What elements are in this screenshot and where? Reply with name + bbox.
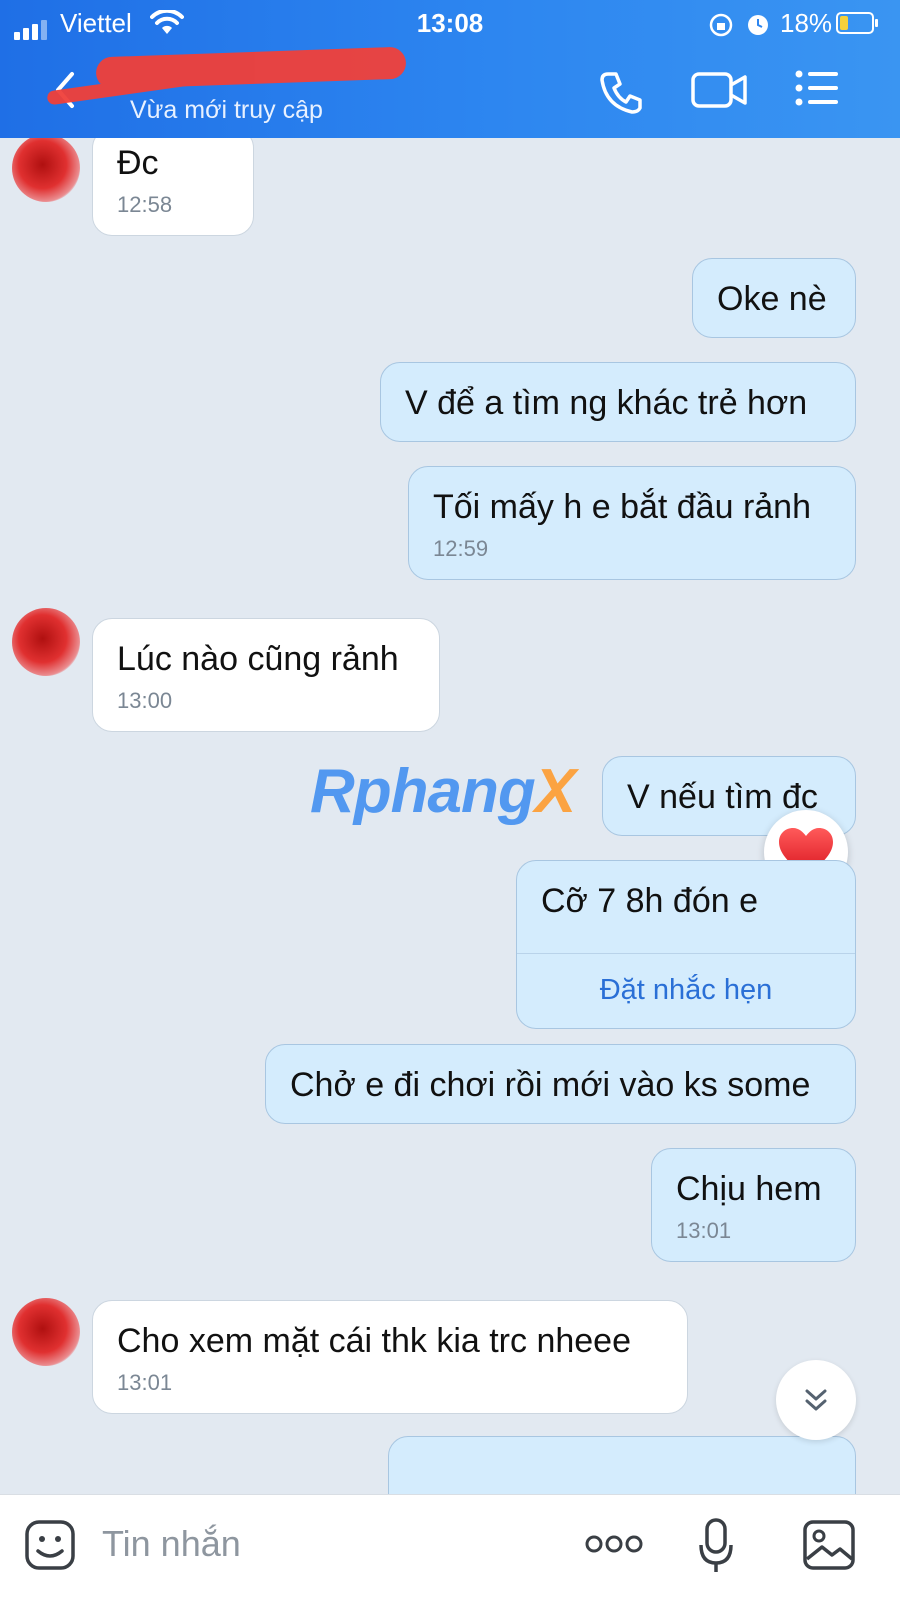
- message-time: 13:01: [117, 1370, 173, 1395]
- menu-icon[interactable]: [794, 68, 840, 108]
- message-input-bar: Tin nhắn: [0, 1494, 900, 1601]
- message-input[interactable]: Tin nhắn: [102, 1523, 241, 1565]
- battery-percent: 18%: [780, 8, 833, 38]
- contact-name-redacted[interactable]: [95, 46, 407, 90]
- message-bubble[interactable]: Lúc nào cũng rảnh 13:00: [92, 618, 440, 732]
- message-list[interactable]: Đc 12:58 Oke nè V để a tìm ng khác trẻ h…: [0, 138, 900, 1494]
- battery-icon: [836, 12, 878, 34]
- set-reminder-link[interactable]: Đặt nhắc hẹn: [541, 970, 831, 1010]
- message-text: Cỡ 7 8h đón e: [541, 882, 758, 920]
- message-text: Lúc nào cũng rảnh: [117, 640, 399, 678]
- message-text: Đc: [117, 144, 159, 182]
- message-bubble[interactable]: Chở e đi chơi rồi mới vào ks some: [265, 1044, 856, 1124]
- status-bar: Viettel 13:08 18%: [0, 8, 900, 48]
- message-text: Chở e đi chơi rồi mới vào ks some: [290, 1066, 811, 1104]
- chat-header: Viettel 13:08 18% Vừa mới truy cập: [0, 0, 900, 138]
- image-icon[interactable]: [802, 1519, 856, 1571]
- rotation-lock-icon: [709, 13, 733, 37]
- message-time: 12:59: [433, 536, 489, 561]
- message-bubble[interactable]: Cho xem mặt cái thk kia trc nheee 13:01: [92, 1300, 688, 1414]
- alarm-icon: [748, 15, 768, 35]
- phone-icon[interactable]: [598, 68, 646, 116]
- microphone-icon[interactable]: [698, 1517, 734, 1575]
- watermark-logo: RphangX: [310, 757, 576, 826]
- message-bubble[interactable]: Cỡ 7 8h đón e Đặt nhắc hẹn: [516, 860, 856, 1029]
- message-bubble[interactable]: V để a tìm ng khác trẻ hơn: [380, 362, 856, 442]
- message-text: V để a tìm ng khác trẻ hơn: [405, 384, 808, 422]
- message-bubble[interactable]: Chịu hem 13:01: [651, 1148, 856, 1262]
- video-call-icon[interactable]: [690, 68, 748, 112]
- divider: [517, 953, 855, 954]
- message-bubble[interactable]: Oke nè: [692, 258, 856, 338]
- message-time: 13:01: [676, 1218, 732, 1243]
- message-text: Oke nè: [717, 280, 827, 318]
- avatar[interactable]: [12, 138, 80, 202]
- message-text: V nếu tìm đc: [627, 778, 818, 816]
- message-text: Cho xem mặt cái thk kia trc nheee: [117, 1322, 632, 1360]
- message-time: 13:00: [117, 688, 173, 713]
- message-bubble[interactable]: Đc 12:58: [92, 138, 254, 236]
- message-text: Chịu hem: [676, 1170, 822, 1208]
- sticker-icon[interactable]: [24, 1519, 76, 1571]
- message-bubble[interactable]: Tối mấy h e bắt đầu rảnh 12:59: [408, 466, 856, 580]
- last-seen-status: Vừa mới truy cập: [130, 96, 323, 124]
- message-bubble-partial[interactable]: [388, 1436, 856, 1494]
- message-text: Tối mấy h e bắt đầu rảnh: [433, 488, 812, 526]
- scroll-down-icon: [805, 1389, 827, 1411]
- avatar[interactable]: [12, 1298, 80, 1366]
- more-icon[interactable]: [584, 1533, 644, 1555]
- message-time: 12:58: [117, 192, 173, 217]
- scroll-down-button[interactable]: [776, 1360, 856, 1440]
- avatar[interactable]: [12, 608, 80, 676]
